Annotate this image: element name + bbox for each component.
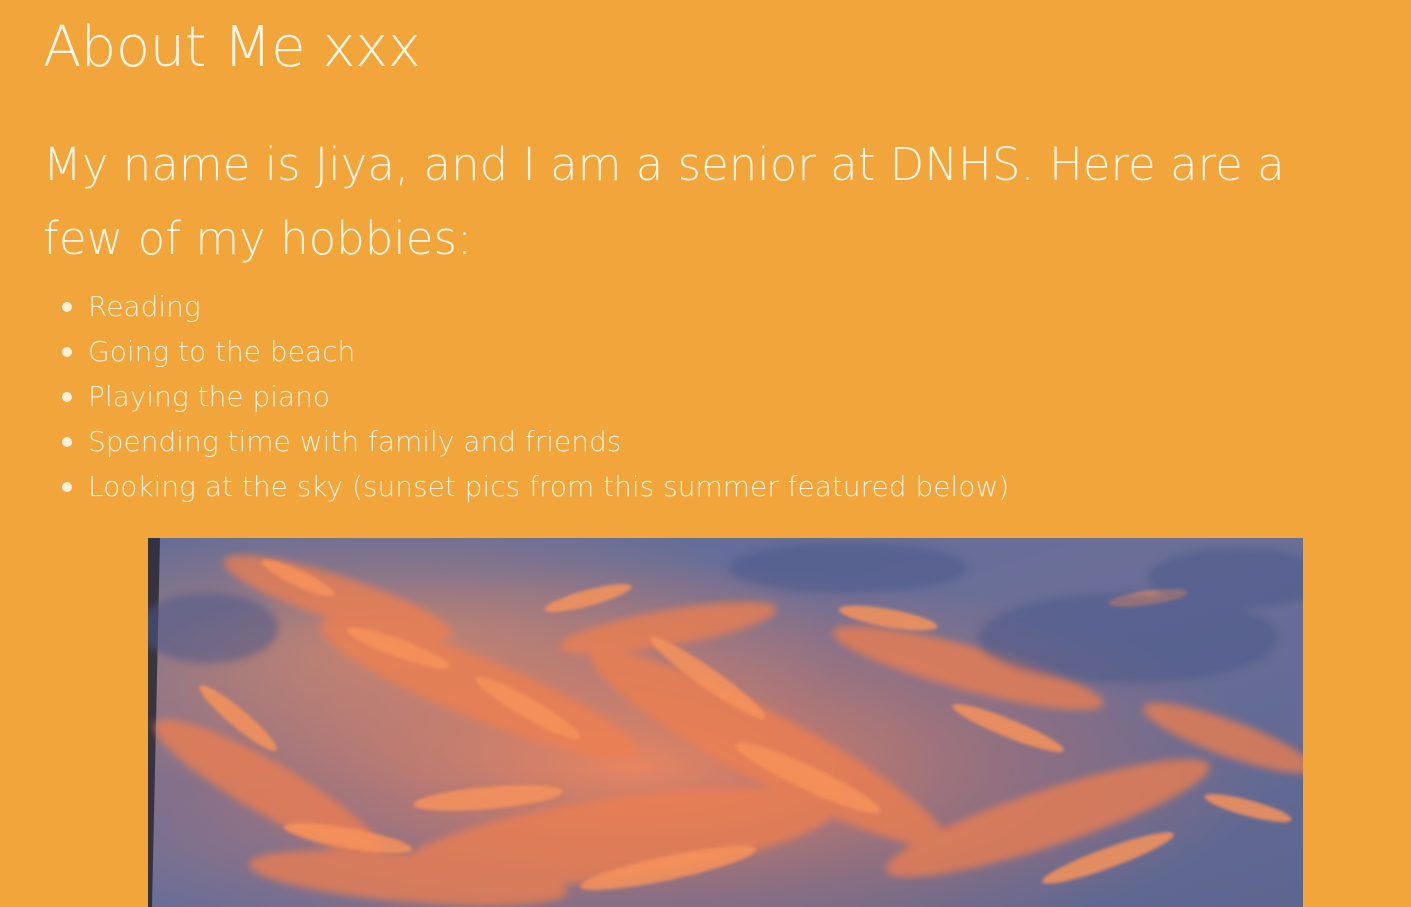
list-item: Reading [44, 284, 1009, 329]
about-me-page: About Me xxx My name is Jiya, and I am a… [0, 0, 1411, 907]
hobby-label: Going to the beach [88, 335, 356, 368]
hobbies-list: Reading Going to the beach Playing the p… [44, 284, 1009, 509]
intro-paragraph: My name is Jiya, and I am a senior at DN… [43, 138, 1285, 265]
bullet-icon [62, 392, 72, 402]
bullet-icon [62, 437, 72, 447]
list-item: Playing the piano [44, 374, 1009, 419]
bullet-icon [62, 482, 72, 492]
list-item: Going to the beach [44, 329, 1009, 374]
hobby-label: Playing the piano [88, 380, 331, 413]
list-item: Looking at the sky (sunset pics from thi… [44, 464, 1009, 509]
hobby-label: Spending time with family and friends [88, 425, 622, 458]
page-title: About Me xxx [43, 15, 421, 80]
sunset-sky-photo [148, 538, 1303, 907]
hobby-label: Looking at the sky (sunset pics from thi… [88, 470, 1010, 503]
bullet-icon [62, 347, 72, 357]
bullet-icon [62, 302, 72, 312]
list-item: Spending time with family and friends [44, 419, 1009, 464]
hobby-label: Reading [88, 290, 201, 323]
